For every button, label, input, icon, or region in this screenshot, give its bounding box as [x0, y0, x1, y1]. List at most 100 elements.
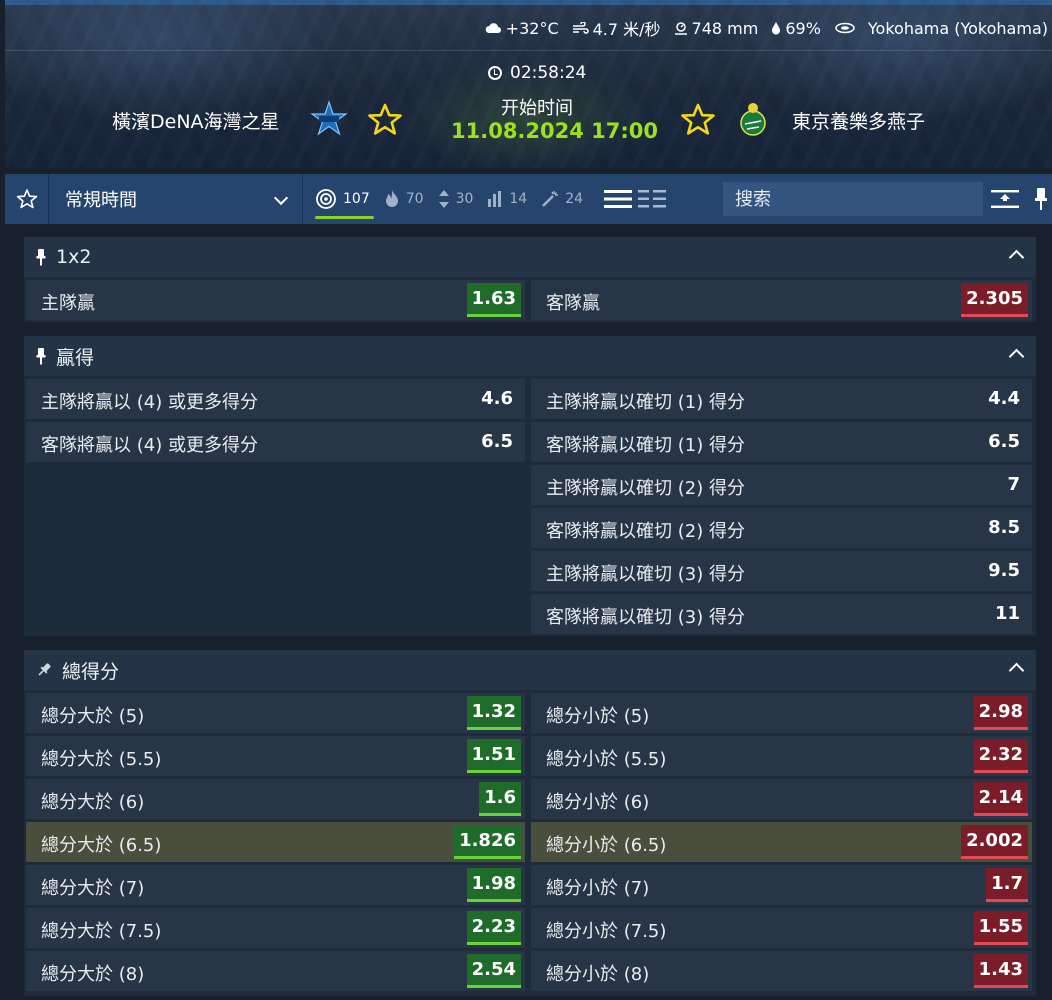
- market-header[interactable]: 1x2: [24, 237, 1036, 277]
- market-header[interactable]: 贏得: [24, 336, 1036, 376]
- pin-tilted-icon[interactable]: [36, 662, 52, 678]
- filter-stats[interactable]: 14: [487, 174, 527, 224]
- odds-value: 1.98: [466, 868, 521, 902]
- outcome-under[interactable]: 總分小於 (8) 1.43: [531, 951, 1032, 991]
- market-win-margin: 贏得 主隊將贏以 (4) 或更多得分 4.6 客隊將贏以 (4) 或更多得分 6…: [24, 336, 1036, 636]
- odds-value: 1.7: [986, 868, 1028, 902]
- odds-value: 4.6: [481, 388, 513, 409]
- chevron-up-icon[interactable]: [1008, 662, 1025, 679]
- outcome-row[interactable]: 客隊將贏以 (4) 或更多得分 6.5: [26, 422, 525, 462]
- odds-value: 1.826: [454, 825, 521, 859]
- search-input[interactable]: [723, 182, 983, 216]
- up-down-arrows-icon: [438, 190, 449, 208]
- drop-icon: [772, 22, 781, 35]
- outcome-under[interactable]: 總分小於 (5) 2.98: [531, 693, 1032, 733]
- match-header: +32°C 4.7 米/秒 748 mm 69% Yokohama (Yokoh…: [5, 0, 1052, 168]
- outcome-over[interactable]: 總分大於 (5) 1.32: [26, 693, 525, 733]
- cloud-icon: [485, 23, 501, 33]
- outcome-row[interactable]: 主隊將贏以確切 (3) 得分 9.5: [531, 551, 1032, 591]
- outcome-under[interactable]: 總分小於 (6) 2.14: [531, 779, 1032, 819]
- odds-value: 9.5: [988, 560, 1020, 581]
- target-icon: [316, 189, 336, 209]
- outcome-over[interactable]: 總分大於 (6) 1.6: [26, 779, 525, 819]
- outcome-away-win[interactable]: 客隊贏 2.305: [531, 280, 1032, 320]
- market-title: 總得分: [62, 660, 120, 683]
- list-view-icon: [604, 190, 633, 208]
- outcome-row[interactable]: 主隊將贏以 (4) 或更多得分 4.6: [26, 379, 525, 419]
- odds-value: 1.43: [973, 954, 1028, 988]
- outcome-row[interactable]: 主隊將贏以確切 (1) 得分 4.4: [531, 379, 1032, 419]
- outcome-under[interactable]: 總分小於 (7) 1.7: [531, 865, 1032, 905]
- outcome-over[interactable]: 總分大於 (7) 1.98: [26, 865, 525, 905]
- period-select[interactable]: 常規時間: [49, 174, 303, 224]
- bar-chart-icon: [488, 191, 502, 207]
- chevron-up-icon[interactable]: [1008, 348, 1025, 365]
- favorite-home-star-icon[interactable]: [367, 102, 403, 138]
- favorite-away-star-icon[interactable]: [680, 102, 716, 138]
- odds-value: 4.4: [988, 388, 1020, 409]
- view-columns-button[interactable]: [635, 174, 669, 224]
- humidity: 69%: [771, 19, 821, 38]
- odds-value: 1.6: [479, 782, 521, 816]
- market-toolbar: 常規時間 107 70 30 14 24: [5, 174, 1052, 224]
- odds-value: 1.51: [466, 739, 521, 773]
- outcome-row[interactable]: 客隊將贏以確切 (1) 得分 6.5: [531, 422, 1032, 462]
- outcome-over[interactable]: 總分大於 (5.5) 1.51: [26, 736, 525, 776]
- barometer-icon: [674, 22, 687, 35]
- odds-value: 1.63: [466, 283, 521, 317]
- market-title: 贏得: [56, 346, 95, 369]
- outcome-over[interactable]: 總分大於 (7.5) 2.23: [26, 908, 525, 948]
- odds-value: 2.305: [961, 283, 1028, 317]
- outcome-home-win[interactable]: 主隊贏 1.63: [26, 280, 525, 320]
- flame-icon: [385, 190, 398, 207]
- market-header[interactable]: 總得分: [24, 650, 1036, 690]
- pressure: 748 mm: [674, 19, 758, 38]
- filter-all[interactable]: 107: [315, 174, 374, 224]
- weather-bar: +32°C 4.7 米/秒 748 mm 69% Yokohama (Yokoh…: [485, 17, 1048, 39]
- odds-value: 2.32: [973, 739, 1028, 773]
- outcome-under-main-line[interactable]: 總分小於 (6.5) 2.002: [531, 822, 1032, 862]
- favorites-toggle[interactable]: [5, 174, 49, 224]
- clock-icon: [488, 66, 502, 80]
- wind: 4.7 米/秒: [572, 16, 661, 40]
- market-filters: 107 70 30 14 24: [303, 174, 669, 224]
- market-title: 1x2: [56, 246, 92, 268]
- odds-value: 2.54: [466, 954, 521, 988]
- pin-icon[interactable]: [36, 347, 46, 365]
- outcome-row[interactable]: 客隊將贏以確切 (2) 得分 8.5: [531, 508, 1032, 548]
- outcome-over[interactable]: 總分大於 (8) 2.54: [26, 951, 525, 991]
- wind-icon: [572, 22, 589, 34]
- odds-value: 6.5: [988, 431, 1020, 452]
- outcome-under[interactable]: 總分小於 (5.5) 2.32: [531, 736, 1032, 776]
- pin-icon[interactable]: [1034, 187, 1048, 211]
- outcome-row[interactable]: 主隊將贏以確切 (2) 得分 7: [531, 465, 1032, 505]
- odds-value: 11: [994, 603, 1020, 624]
- outcome-over-main-line[interactable]: 總分大於 (6.5) 1.826: [26, 822, 525, 862]
- odds-value: 1.55: [973, 911, 1028, 945]
- filter-specials[interactable]: 24: [541, 174, 583, 224]
- columns-view-icon: [638, 190, 667, 208]
- toolbar-actions: [990, 182, 1048, 216]
- odds-value: 8.5: [988, 517, 1020, 538]
- odds-value: 2.14: [973, 782, 1028, 816]
- odds-value: 2.23: [466, 911, 521, 945]
- filter-popular[interactable]: 70: [384, 174, 424, 224]
- market-totals: 總得分 總分大於 (5) 1.32 總分大於 (5.5) 1.51 總分大於 (…: [24, 650, 1036, 996]
- chevron-down-icon: [273, 190, 289, 206]
- collapse-all-icon[interactable]: [990, 188, 1020, 210]
- odds-value: 6.5: [481, 431, 513, 452]
- market-1x2: 1x2 主隊贏 1.63 客隊贏 2.305: [24, 237, 1036, 322]
- away-team-name[interactable]: 東京養樂多燕子: [792, 107, 925, 134]
- start-time-label: 开始时间: [501, 98, 573, 119]
- view-list-button[interactable]: [601, 174, 635, 224]
- chevron-up-icon[interactable]: [1008, 249, 1025, 266]
- pin-icon[interactable]: [36, 248, 46, 266]
- outcome-row[interactable]: 客隊將贏以確切 (3) 得分 11: [531, 594, 1032, 634]
- countdown-timer: 02:58:24: [488, 63, 586, 83]
- start-time: 11.08.2024 17:00: [451, 119, 659, 143]
- odds-value: 2.98: [973, 696, 1028, 730]
- filter-totals[interactable]: 30: [438, 174, 473, 224]
- outcome-under[interactable]: 總分小於 (7.5) 1.55: [531, 908, 1032, 948]
- home-team-name[interactable]: 橫濱DeNA海灣之星: [112, 107, 280, 134]
- header-divider: [5, 50, 1052, 51]
